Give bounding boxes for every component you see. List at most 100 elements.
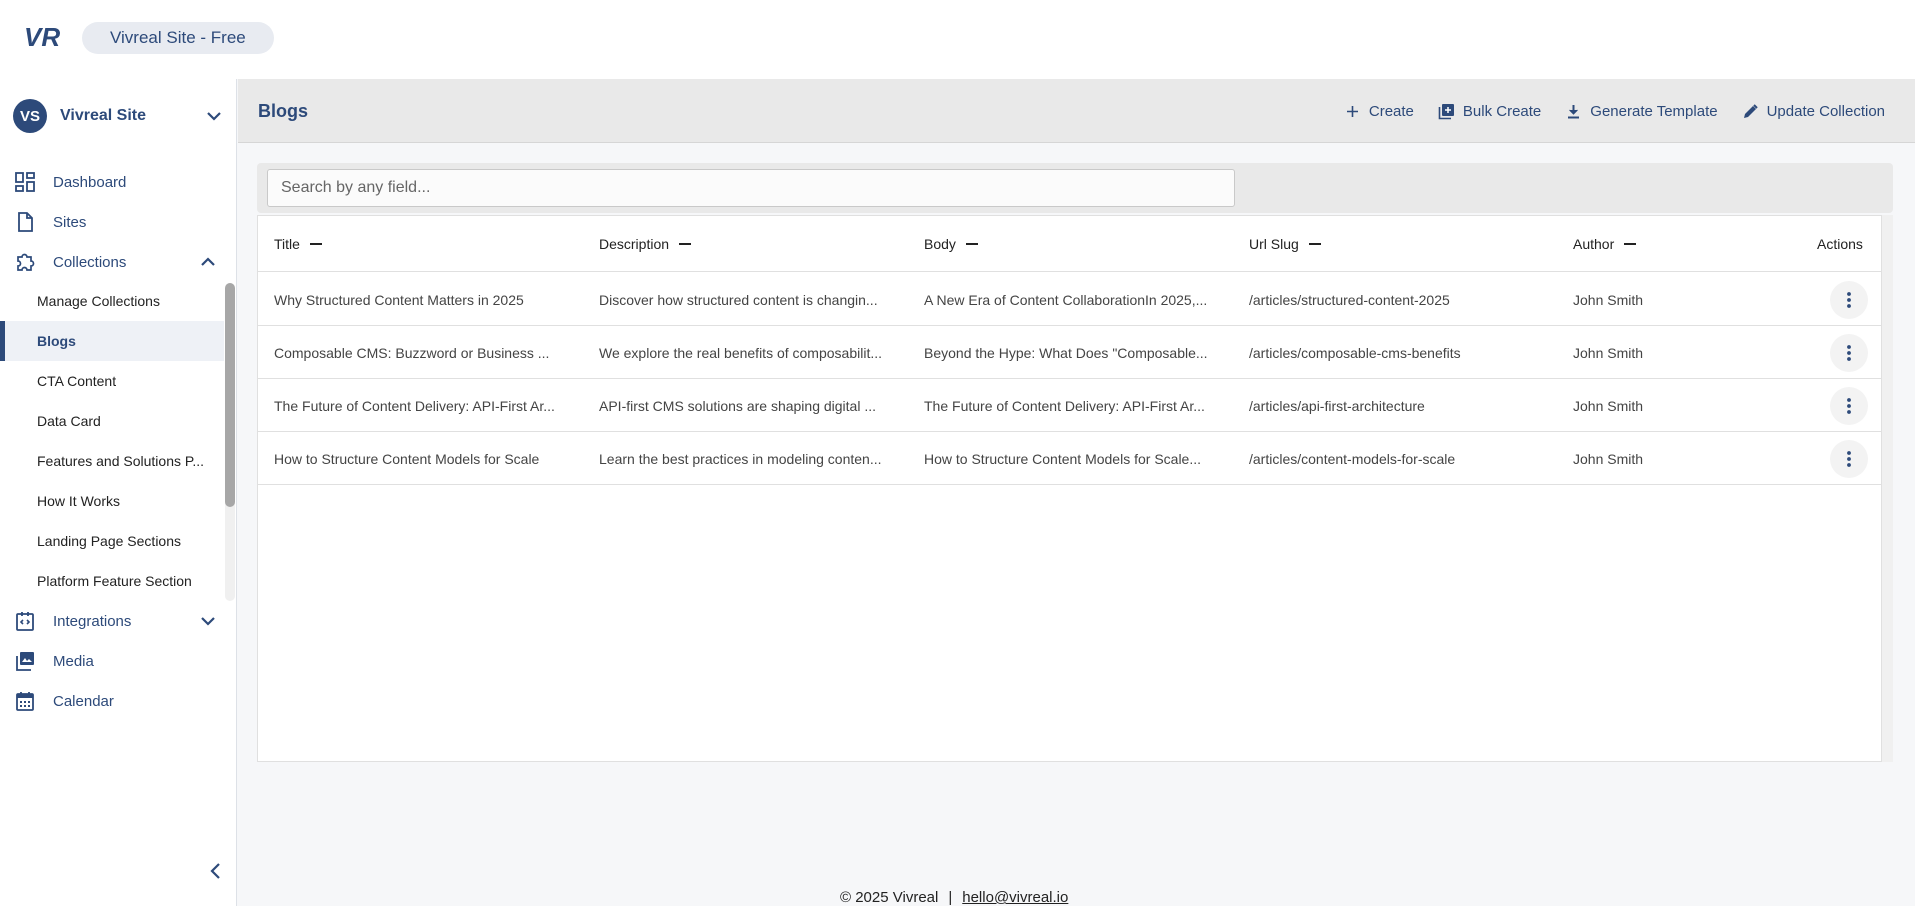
more-vertical-icon <box>1847 451 1851 467</box>
sidebar-item-label: Collections <box>53 253 127 271</box>
cell-description: Learn the best practices in modeling con… <box>599 450 882 467</box>
cell-author: John Smith <box>1573 397 1644 414</box>
update-collection-button[interactable]: Update Collection <box>1742 103 1885 120</box>
sidebar: VS Vivreal Site Dashboard Sites Collecti… <box>0 79 237 906</box>
table-row[interactable]: How to Structure Content Models for Scal… <box>258 432 1883 485</box>
sidebar-item-integrations[interactable]: Integrations <box>0 601 237 641</box>
collection-item-blogs[interactable]: Blogs <box>0 321 224 361</box>
chevron-down-icon[interactable] <box>199 612 217 630</box>
cell-description: API-first CMS solutions are shaping digi… <box>599 397 877 414</box>
cell-body: A New Era of Content CollaborationIn 202… <box>924 291 1208 308</box>
copyright-text: © 2025 Vivreal <box>840 889 939 906</box>
cell-description: Discover how structured content is chang… <box>599 291 878 308</box>
svg-text:VR: VR <box>24 24 60 50</box>
column-header-body[interactable]: Body <box>924 216 978 272</box>
create-button[interactable]: Create <box>1344 103 1414 120</box>
sidebar-item-sites[interactable]: Sites <box>0 202 237 242</box>
collection-item-how-it-works[interactable]: How It Works <box>0 481 224 521</box>
row-actions-button[interactable] <box>1830 387 1868 425</box>
generate-template-button[interactable]: Generate Template <box>1565 103 1718 120</box>
sidebar-item-label: Sites <box>53 213 87 231</box>
row-actions-button[interactable] <box>1830 334 1868 372</box>
bulk-create-button[interactable]: Bulk Create <box>1438 103 1541 120</box>
sidebar-item-calendar[interactable]: Calendar <box>0 681 237 721</box>
cell-author: John Smith <box>1573 450 1644 467</box>
column-header-author[interactable]: Author <box>1573 216 1637 272</box>
table-scrollbar[interactable] <box>1882 215 1893 762</box>
sort-dash-icon <box>679 243 692 245</box>
sidebar-item-label: Media <box>53 652 94 670</box>
sidebar-item-label: Dashboard <box>53 173 127 191</box>
cell-body: How to Structure Content Models for Scal… <box>924 450 1202 467</box>
sidebar-item-collections[interactable]: Collections <box>0 242 237 282</box>
cell-body: Beyond the Hype: What Does "Composable..… <box>924 344 1208 361</box>
data-table: Title Description Body Url Slug Author A… <box>257 215 1883 762</box>
collection-item-platform-feature-section[interactable]: Platform Feature Section <box>0 561 224 601</box>
search-bar <box>257 163 1893 213</box>
collections-sublist: Manage Collections Blogs CTA Content Dat… <box>0 281 237 601</box>
pencil-icon <box>1743 103 1758 118</box>
content-card: Title Description Body Url Slug Author A… <box>257 163 1893 762</box>
site-name: Vivreal Site <box>60 107 146 124</box>
cell-description: We explore the real benefits of composab… <box>599 344 883 361</box>
download-icon <box>1568 104 1580 118</box>
page-title: Blogs <box>258 101 309 121</box>
puzzle-icon <box>17 253 35 271</box>
more-vertical-icon <box>1847 345 1851 361</box>
footer-separator: | <box>948 889 953 906</box>
sort-dash-icon <box>1624 243 1637 245</box>
cell-url-slug: /articles/api-first-architecture <box>1249 397 1425 414</box>
library-add-icon <box>1438 103 1454 119</box>
collapse-sidebar-icon[interactable] <box>206 861 226 881</box>
collection-item-cta-content[interactable]: CTA Content <box>0 361 224 401</box>
site-switcher[interactable]: VS Vivreal Site <box>13 97 223 135</box>
footer: © 2025 Vivreal | hello@vivreal.io <box>840 889 1068 906</box>
sidebar-item-label: Integrations <box>53 612 132 630</box>
column-header-description[interactable]: Description <box>599 216 692 272</box>
column-header-actions: Actions <box>1817 236 1863 252</box>
table-header: Title Description Body Url Slug Author A… <box>258 216 1883 272</box>
cell-body: The Future of Content Delivery: API-Firs… <box>924 397 1205 414</box>
integrations-icon <box>16 612 34 631</box>
more-vertical-icon <box>1847 292 1851 308</box>
contact-email-link[interactable]: hello@vivreal.io <box>962 889 1068 906</box>
sidebar-item-label: Calendar <box>53 692 114 710</box>
photo-library-icon <box>16 652 34 671</box>
table-row[interactable]: The Future of Content Delivery: API-Firs… <box>258 379 1883 432</box>
sort-dash-icon <box>965 243 978 245</box>
sort-dash-icon <box>1308 243 1321 245</box>
page-header: Blogs Create Bulk Create Generate Templa… <box>238 79 1915 143</box>
collection-item-features-solutions[interactable]: Features and Solutions P... <box>0 441 224 481</box>
plus-icon <box>1346 105 1358 117</box>
cell-title: The Future of Content Delivery: API-Firs… <box>274 397 555 414</box>
cell-title: Composable CMS: Buzzword or Business ... <box>274 344 550 361</box>
chevron-up-icon[interactable] <box>199 253 217 271</box>
chevron-down-icon[interactable] <box>205 107 223 125</box>
dashboard-icon <box>15 172 35 192</box>
sidebar-item-media[interactable]: Media <box>0 641 237 681</box>
table-row[interactable]: Why Structured Content Matters in 2025 D… <box>258 273 1883 326</box>
site-plan-pill: Vivreal Site - Free <box>82 22 274 54</box>
column-header-url-slug[interactable]: Url Slug <box>1249 216 1321 272</box>
collection-item-manage-collections[interactable]: Manage Collections <box>0 281 224 321</box>
cell-title: How to Structure Content Models for Scal… <box>274 450 540 467</box>
document-icon <box>18 212 33 232</box>
site-avatar: VS <box>13 99 47 133</box>
collection-item-data-card[interactable]: Data Card <box>0 401 224 441</box>
top-bar: VR Vivreal Site - Free <box>0 0 1915 79</box>
cell-author: John Smith <box>1573 291 1644 308</box>
calendar-icon <box>16 692 34 711</box>
sidebar-scrollbar-thumb[interactable] <box>225 283 235 507</box>
collection-item-landing-page-sections[interactable]: Landing Page Sections <box>0 521 224 561</box>
column-header-title[interactable]: Title <box>274 216 322 272</box>
row-actions-button[interactable] <box>1830 281 1868 319</box>
sidebar-item-dashboard[interactable]: Dashboard <box>0 162 237 202</box>
cell-url-slug: /articles/composable-cms-benefits <box>1249 344 1461 361</box>
cell-url-slug: /articles/structured-content-2025 <box>1249 291 1450 308</box>
cell-author: John Smith <box>1573 344 1644 361</box>
search-input[interactable] <box>267 169 1235 207</box>
vivreal-logo-icon[interactable]: VR <box>24 24 70 50</box>
row-actions-button[interactable] <box>1830 440 1868 478</box>
cell-title: Why Structured Content Matters in 2025 <box>274 291 524 308</box>
table-row[interactable]: Composable CMS: Buzzword or Business ...… <box>258 326 1883 379</box>
